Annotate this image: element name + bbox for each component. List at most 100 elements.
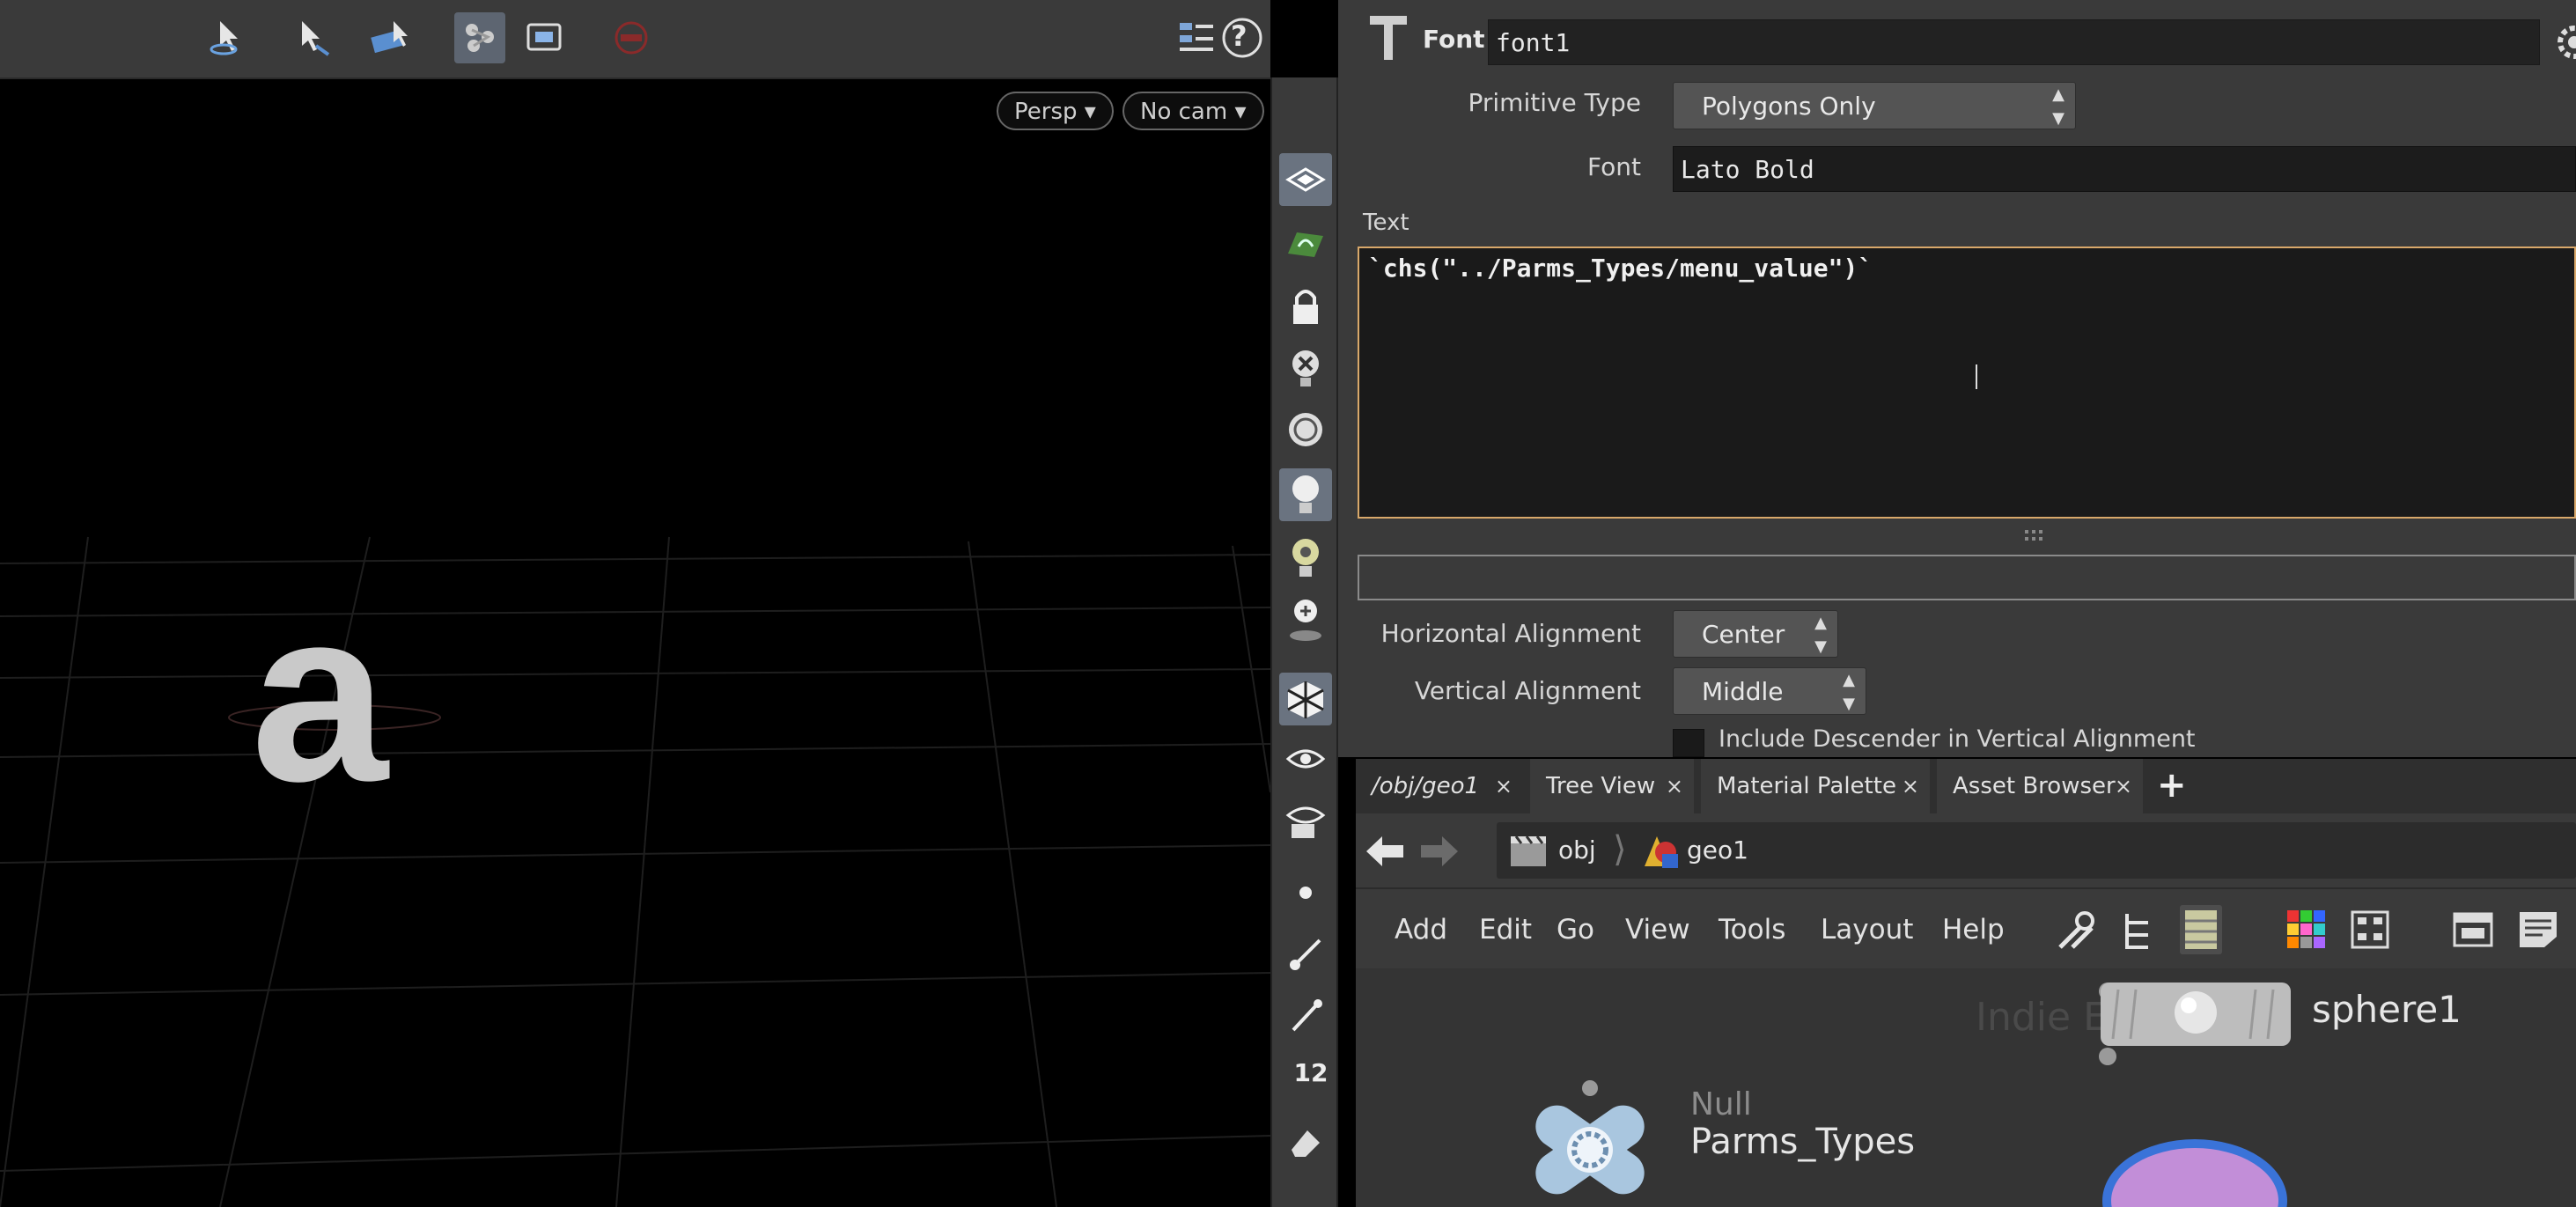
visibility-eye-icon[interactable] xyxy=(1279,732,1332,785)
camera-perspective-menu[interactable]: Persp ▾ xyxy=(997,92,1114,130)
point-numbers-label: 12 xyxy=(1293,1057,1328,1087)
transform-tool-icon[interactable] xyxy=(365,12,416,63)
breadcrumb-obj[interactable]: obj xyxy=(1558,822,1596,879)
font-field[interactable]: Lato Bold xyxy=(1673,146,2576,192)
normals-display-icon[interactable] xyxy=(1279,928,1332,981)
view-tool-icon[interactable] xyxy=(201,12,252,63)
shading-mode-icon[interactable] xyxy=(1279,673,1332,725)
ground-plane-icon[interactable] xyxy=(1279,153,1332,206)
font-node-type-icon xyxy=(1366,11,1410,63)
no-cam-menu[interactable]: No cam ▾ xyxy=(1122,92,1264,130)
uv-layout-icon[interactable] xyxy=(1279,218,1332,271)
menu-add[interactable]: Add xyxy=(1395,889,1447,970)
high-quality-lighting-icon[interactable] xyxy=(1279,532,1332,585)
tab-material-palette[interactable]: Material Palette × xyxy=(1701,759,1930,813)
menu-help[interactable]: Help xyxy=(1942,889,2005,970)
text-editor[interactable]: `chs("../Parms_Types/menu_value")` xyxy=(1358,247,2576,519)
point-numbers-icon[interactable]: 12 xyxy=(1279,1051,1332,1104)
close-icon[interactable]: × xyxy=(1495,759,1512,813)
tab-label: Asset Browser xyxy=(1953,773,2116,799)
normal-lighting-icon[interactable] xyxy=(1279,468,1332,521)
persp-label: Persp xyxy=(1014,99,1078,125)
tab-obj-geo1[interactable]: /obj/geo1 × xyxy=(1356,759,1523,813)
pane-tabs: /obj/geo1 × Tree View × Material Palette… xyxy=(1356,759,2576,813)
add-tab-button[interactable]: + xyxy=(2157,759,2187,813)
breadcrumb-separator: ⟩ xyxy=(1613,829,1627,870)
headlight-icon[interactable] xyxy=(1279,403,1332,456)
ghost-display-icon[interactable] xyxy=(1279,796,1332,849)
vertical-alignment-value: Middle xyxy=(1702,677,1784,706)
close-icon[interactable]: × xyxy=(1902,759,1919,813)
path-bar: obj ⟩ geo1 xyxy=(1356,813,2576,887)
watermark-text: Indie E xyxy=(1976,995,2108,1040)
list-view-icon[interactable] xyxy=(2180,905,2222,954)
lock-camera-icon[interactable] xyxy=(1279,280,1332,333)
tree-layout-icon[interactable] xyxy=(2118,909,2157,954)
sphere-node-icon xyxy=(2111,989,2275,1040)
node-output-connector[interactable] xyxy=(2099,1048,2116,1065)
menu-tools[interactable]: Tools xyxy=(1719,889,1785,970)
ground-grid xyxy=(0,536,1270,1207)
primitive-type-value: Polygons Only xyxy=(1702,92,1876,121)
partial-node[interactable] xyxy=(2102,1139,2287,1207)
eraser-icon[interactable] xyxy=(1279,1116,1332,1169)
menu-view[interactable]: View xyxy=(1625,889,1690,970)
close-icon[interactable]: × xyxy=(1666,759,1683,813)
no-light-icon[interactable] xyxy=(1279,342,1332,394)
horizontal-alignment-dropdown[interactable]: Center ▲ ▼ xyxy=(1673,610,1838,658)
scene-viewport[interactable]: a Persp ▾ No cam ▾ xyxy=(0,0,1270,1207)
disabled-stop-icon[interactable] xyxy=(606,12,657,63)
back-arrow-icon[interactable] xyxy=(1363,829,1407,873)
vertex-normals-icon[interactable] xyxy=(1279,990,1332,1042)
close-icon[interactable]: × xyxy=(2115,759,2132,813)
updown-arrows-icon: ▲ ▼ xyxy=(2052,85,2064,128)
shadows-lighting-icon[interactable] xyxy=(1279,593,1332,646)
display-options-icon[interactable] xyxy=(519,12,570,63)
help-icon[interactable]: ? xyxy=(1217,12,1268,63)
tab-asset-browser[interactable]: Asset Browser × xyxy=(1937,759,2143,813)
breadcrumb: obj ⟩ geo1 xyxy=(1497,822,2576,879)
snap-tool-icon[interactable] xyxy=(454,12,505,63)
vertical-alignment-label: Vertical Alignment xyxy=(1414,676,1641,705)
horizontal-alignment-label: Horizontal Alignment xyxy=(1380,619,1641,648)
shape-palette-icon[interactable] xyxy=(2349,909,2391,951)
network-box-icon[interactable] xyxy=(2451,909,2495,951)
sphere1-name: sphere1 xyxy=(2312,988,2462,1031)
primitive-type-dropdown[interactable]: Polygons Only ▲ ▼ xyxy=(1673,82,2076,129)
node-type-label: Font xyxy=(1423,25,1485,54)
text-cursor-icon xyxy=(1976,364,1981,389)
viewport-toolbar: ? xyxy=(0,0,1270,79)
tab-label: /obj/geo1 xyxy=(1372,773,1480,799)
network-menu-bar: Add Edit Go View Tools Layout Help xyxy=(1356,887,2576,970)
text-geometry[interactable]: a xyxy=(251,572,388,819)
color-palette-icon[interactable] xyxy=(2285,909,2328,951)
geo-node-icon xyxy=(1639,831,1682,870)
tab-label: Material Palette xyxy=(1717,773,1896,799)
sphere1-node[interactable] xyxy=(2101,983,2291,1046)
obj-context-icon xyxy=(1507,831,1549,870)
gear-icon[interactable] xyxy=(2550,19,2576,65)
menu-layout[interactable]: Layout xyxy=(1821,889,1913,970)
node-name-field[interactable]: font1 xyxy=(1488,19,2540,65)
vertical-alignment-dropdown[interactable]: Middle ▲ ▼ xyxy=(1673,667,1866,715)
tab-label: Tree View xyxy=(1546,773,1656,799)
menu-edit[interactable]: Edit xyxy=(1479,889,1532,970)
resize-handle-icon[interactable] xyxy=(2025,526,2048,542)
descender-checkbox[interactable] xyxy=(1673,729,1704,757)
sticky-note-icon[interactable] xyxy=(2516,909,2560,951)
tab-tree-view[interactable]: Tree View × xyxy=(1530,759,1694,813)
horizontal-alignment-value: Center xyxy=(1702,620,1785,649)
network-canvas[interactable]: Indie E sphere1 Null Parms_Types xyxy=(1356,968,2576,1207)
select-tool-icon[interactable] xyxy=(286,12,337,63)
forward-arrow-icon[interactable] xyxy=(1417,829,1461,873)
breadcrumb-geo1[interactable]: geo1 xyxy=(1687,822,1748,879)
secondary-text-field[interactable] xyxy=(1358,555,2576,600)
point-display-icon[interactable] xyxy=(1279,866,1332,919)
shelf-display-icon[interactable] xyxy=(1171,12,1222,63)
null-node-icon[interactable] xyxy=(1520,1078,1660,1205)
wrench-icon[interactable] xyxy=(2053,909,2099,954)
menu-go[interactable]: Go xyxy=(1557,889,1594,970)
null-node-type: Null xyxy=(1690,1086,1752,1122)
no-cam-label: No cam xyxy=(1140,99,1228,125)
updown-arrows-icon: ▲ ▼ xyxy=(1843,671,1855,713)
